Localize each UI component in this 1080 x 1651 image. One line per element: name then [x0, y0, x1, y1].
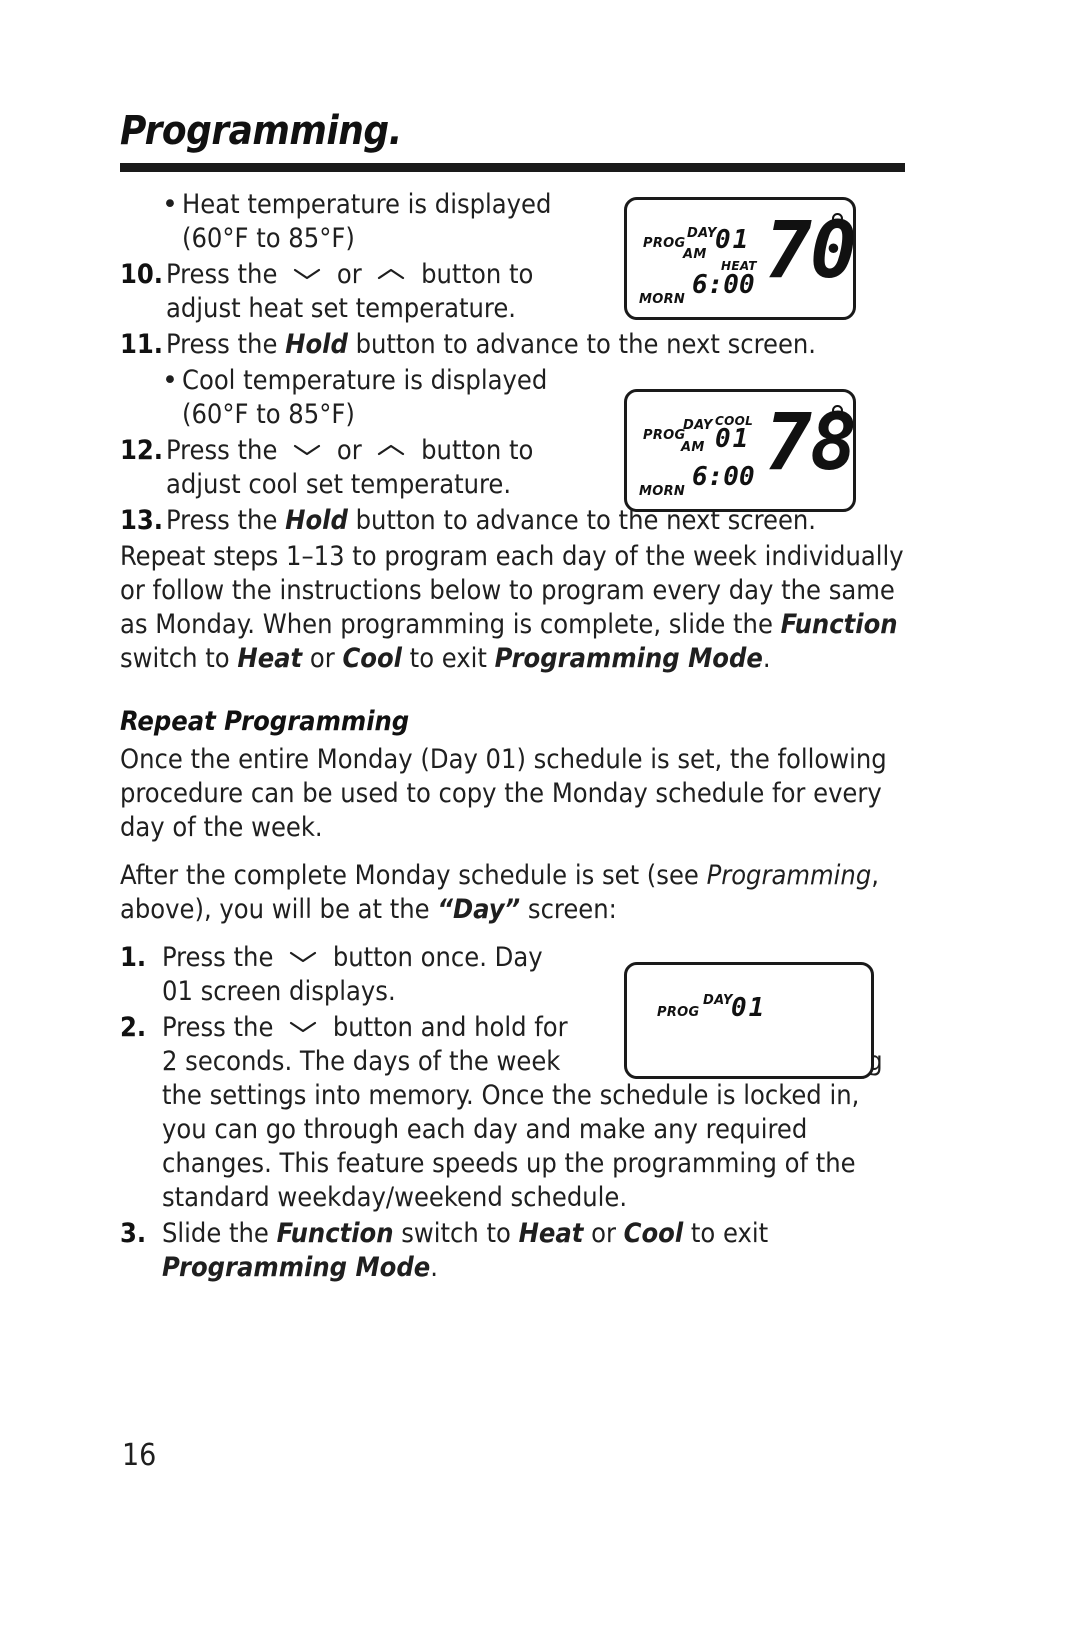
repeat-step-1-post: button once. Day [332, 942, 543, 973]
programming-italic-ref: Programming [706, 860, 872, 891]
step-11-text: Press the Hold button to advance to the … [166, 328, 906, 362]
degree-symbol-icon [832, 405, 843, 416]
step-13-hold-label: Hold [285, 505, 348, 536]
section-p2-c: screen: [520, 894, 617, 925]
lcd-heat-prog-label: PROG [643, 236, 686, 251]
step-10-mid: or [336, 259, 362, 290]
repeat-step-1-line2: 01 screen displays. [162, 976, 396, 1007]
bullet-heat-line2: (60°F to 85°F) [182, 223, 355, 254]
repeat-step-3: 3. Slide the Function switch to Heat or … [120, 1217, 910, 1285]
step-12-post: button to [421, 435, 534, 466]
step-12-pre: Press the [166, 435, 278, 466]
repeat-step-2-number: 2. [120, 1012, 147, 1043]
lcd-cool-am-label: AM [681, 440, 705, 455]
step-13-number: 13. [120, 505, 164, 536]
repeat-step-3-text: Slide the Function switch to Heat or Coo… [162, 1217, 782, 1285]
lcd-heat-day-value: 01 [715, 225, 751, 255]
section-p2-a: After the complete Monday schedule is se… [120, 860, 707, 891]
repeat-step-1-text: Press the button once. Day 01 screen dis… [162, 941, 617, 1009]
repeat-step-3-e: . [430, 1252, 438, 1283]
lcd-screen-cool: PROG DAY COOL AM 01 6:00 MORN 78 [624, 389, 857, 512]
step-11-number: 11. [120, 329, 164, 360]
step-11-pre: Press the [166, 329, 286, 360]
repeat-para-d: or [302, 643, 343, 674]
chevron-up-icon[interactable] [376, 443, 406, 457]
chevron-down-icon[interactable] [288, 950, 318, 964]
lcd-cool-morn-label: MORN [639, 484, 686, 499]
title-rule [120, 163, 905, 172]
lcd-screen-heat: PROG DAY AM 01 HEAT 6:00 MORN 70 [624, 197, 857, 320]
content-column: • Heat temperature is displayed (60°F to… [120, 188, 910, 1287]
page-number: 16 [122, 1438, 157, 1473]
programming-mode-label: Programming Mode [162, 1252, 431, 1283]
repeat-para-c: switch to [120, 643, 238, 674]
repeat-step-3-d: to exit [683, 1218, 769, 1249]
bullet-heat-text: Heat temperature is displayed (60°F to 8… [182, 188, 582, 256]
lcd-cool-temperature: 78 [765, 398, 857, 488]
chevron-up-icon[interactable] [376, 267, 406, 281]
heat-label: Heat [237, 643, 303, 674]
repeat-step-1-pre: Press the [162, 942, 274, 973]
repeat-step-3-c: or [583, 1218, 624, 1249]
step-10-line2: adjust heat set temperature. [166, 293, 516, 324]
bullet-heat-line1: Heat temperature is displayed [182, 189, 552, 220]
lcd-heat-day-label: DAY [687, 226, 717, 241]
repeat-step-2-pre: Press the [162, 1012, 274, 1043]
manual-page: Programming. • Heat temperature is displ… [0, 0, 1080, 1651]
lcd-cool-time-value: 6:00 [692, 462, 755, 492]
step-11-hold-label: Hold [285, 329, 348, 360]
lcd-heat-morn-label: MORN [639, 292, 686, 307]
step-10-post: button to [421, 259, 534, 290]
repeat-step-3-number: 3. [120, 1218, 147, 1249]
degree-symbol-icon [832, 213, 843, 224]
repeat-steps-paragraph: Repeat steps 1–13 to program each day of… [120, 540, 910, 676]
lcd-day-day-value: 01 [731, 993, 767, 1023]
page-title: Programming. [120, 108, 402, 154]
lcd-heat-temperature: 70 [765, 206, 857, 296]
bullet-cool-line1: Cool temperature is displayed [182, 365, 548, 396]
section-paragraph-2: After the complete Monday schedule is se… [120, 859, 910, 927]
lcd-screen-day: PROG DAY 01 [624, 962, 874, 1079]
step-12-number: 12. [120, 435, 164, 466]
step-12-line2: adjust cool set temperature. [166, 469, 512, 500]
repeat-step-3-b: switch to [393, 1218, 519, 1249]
bullet-dot-icon: • [162, 365, 178, 396]
cool-label: Cool [342, 643, 402, 674]
lcd-cool-prog-label: PROG [643, 428, 686, 443]
repeat-para-e: to exit [401, 643, 495, 674]
bullet-cool-text: Cool temperature is displayed (60°F to 8… [182, 364, 582, 432]
step-12-mid: or [336, 435, 362, 466]
bullet-dot-icon: • [162, 189, 178, 220]
section-heading-repeat-programming: Repeat Programming [120, 706, 410, 737]
step-12-text: Press the or button to adjust cool set t… [166, 434, 621, 502]
step-11: 11. Press the Hold button to advance to … [120, 328, 910, 362]
bullet-cool-line2: (60°F to 85°F) [182, 399, 355, 430]
step-13-pre: Press the [166, 505, 286, 536]
chevron-down-icon[interactable] [288, 1020, 318, 1034]
repeat-step-1-number: 1. [120, 942, 147, 973]
heat-label: Heat [518, 1218, 584, 1249]
programming-mode-label: Programming Mode [494, 643, 763, 674]
step-10-number: 10. [120, 259, 164, 290]
step-11-post: button to advance to the next screen. [347, 329, 817, 360]
lcd-cool-day-label: DAY [683, 418, 713, 433]
function-label: Function [276, 1218, 394, 1249]
lcd-day-prog-label: PROG [657, 1005, 700, 1020]
day-screen-label: “Day” [437, 894, 521, 925]
chevron-down-icon[interactable] [292, 443, 322, 457]
lcd-heat-am-label: AM [683, 247, 707, 262]
section-paragraph-1: Once the entire Monday (Day 01) schedule… [120, 744, 887, 843]
repeat-para-f: . [762, 643, 771, 674]
lcd-cool-day-value: 01 [715, 424, 751, 454]
step-10-pre: Press the [166, 259, 278, 290]
function-label: Function [780, 609, 898, 640]
repeat-step-2-post: button and hold for [332, 1012, 568, 1043]
repeat-step-2-line2: 2 seconds. The days of the week [162, 1046, 561, 1077]
lcd-heat-time-value: 6:00 [692, 270, 755, 300]
step-10-text: Press the or button to adjust heat set t… [166, 258, 621, 326]
repeat-step-3-a: Slide the [162, 1218, 277, 1249]
cool-label: Cool [623, 1218, 684, 1249]
chevron-down-icon[interactable] [292, 267, 322, 281]
lcd-day-day-label: DAY [703, 993, 733, 1008]
